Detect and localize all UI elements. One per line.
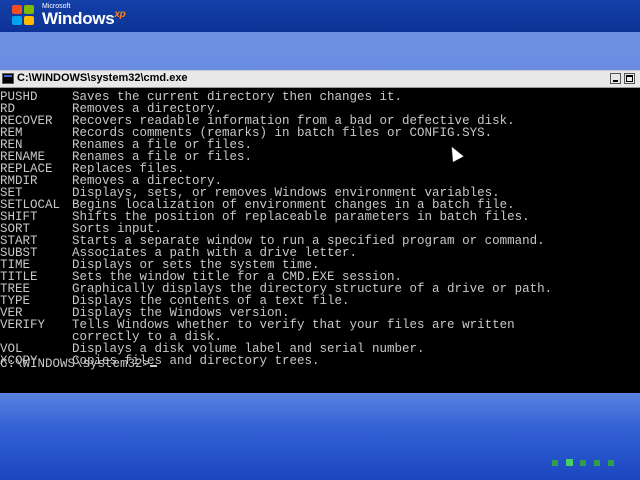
cmd-window[interactable]: C:\WINDOWS\system32\cmd.exe PUSHD Saves t… xyxy=(0,70,640,393)
progress-dot xyxy=(608,460,614,466)
text-caret xyxy=(150,365,158,367)
console-icon[interactable] xyxy=(2,73,14,84)
cmd-titlebar[interactable]: C:\WINDOWS\system32\cmd.exe xyxy=(0,71,640,88)
progress-dot xyxy=(566,459,573,466)
progress-dot xyxy=(552,460,558,466)
maximize-button[interactable] xyxy=(624,73,635,84)
progress-dot xyxy=(594,460,600,466)
command-prompt[interactable]: C:\WINDOWS\system32> xyxy=(0,357,158,371)
progress-dot xyxy=(580,460,586,466)
setup-header: Microsoft Windowsxp xyxy=(0,0,640,32)
prompt-text: C:\WINDOWS\system32> xyxy=(0,357,151,371)
minimize-button[interactable] xyxy=(610,73,621,84)
window-title: C:\WINDOWS\system32\cmd.exe xyxy=(17,72,188,84)
setup-footer xyxy=(0,392,640,480)
windows-xp-logo: Microsoft Windowsxp xyxy=(12,3,137,31)
windows-flag-icon xyxy=(12,5,36,27)
logo-windows-text: Windowsxp xyxy=(42,9,126,28)
console-output[interactable]: PUSHD Saves the current directory then ch… xyxy=(0,91,640,391)
logo-xp-text: xp xyxy=(114,9,126,20)
command-name: VERIFY xyxy=(0,318,46,332)
